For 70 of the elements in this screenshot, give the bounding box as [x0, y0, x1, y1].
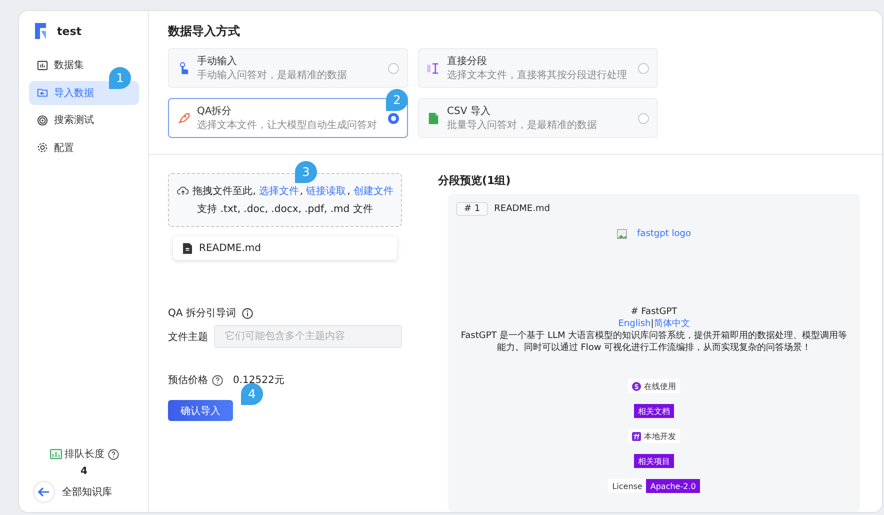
logo-icon [33, 21, 49, 41]
queue-count: 4 [80, 466, 88, 477]
readme-description: FastGPT 是一个基于 LLM 大语言模型的知识库问答系统，提供开箱即用的数据处理、模型调用等能力。同时可以通过 Flow 可视化进行工作流编排，从而实现复杂的问答场景！ [460, 330, 848, 354]
file-item[interactable]: README.md [173, 236, 397, 260]
radio-button[interactable] [638, 112, 649, 124]
chart-icon [37, 60, 48, 70]
option-title: 直接分段 [447, 54, 488, 68]
chunk-source: README.md [494, 204, 550, 214]
badge-logo-icon [632, 432, 641, 440]
language-link[interactable]: English [618, 319, 651, 329]
help-icon[interactable] [212, 374, 223, 386]
cloud-upload-icon [176, 186, 189, 196]
upload-instructions: 拖拽文件至此, 选择文件, 链接读取, 创建文件 [192, 184, 394, 198]
option-description: 选择文本文件，让大模型自动生成问答对 [197, 118, 378, 132]
prompt-label: QA 拆分引导词 [168, 306, 236, 320]
readme-heading: # FastGPT [630, 306, 678, 318]
step-callout: 3 [295, 161, 317, 183]
upload-link[interactable]: 链接读取 [306, 186, 346, 197]
broken-image-icon [617, 229, 628, 239]
step-callout: 4 [241, 383, 263, 405]
file-icon [183, 242, 192, 254]
gear-icon [37, 142, 48, 153]
topic-input-field[interactable]: 它们可能包含多个主题内容 [214, 325, 402, 348]
step-callout: 1 [109, 67, 131, 89]
upload-hint: 支持 .txt, .doc, .docx, .pdf, .md 文件 [197, 202, 373, 216]
upload-link[interactable]: 选择文件 [258, 186, 299, 197]
shield-badge[interactable]: 相关文档 [634, 404, 674, 418]
file-icon [427, 112, 440, 124]
option-description: 选择文本文件，直接将其按分段进行处理 [447, 68, 628, 82]
chart-icon [50, 449, 62, 459]
text-cursor-icon [427, 62, 440, 74]
field-label: 文件主题 [168, 330, 208, 344]
option-description: 手动输入问答对，是最精准的数据 [197, 68, 348, 82]
import-option[interactable]: 直接分段 选择文本文件，直接将其按分段进行处理 [418, 48, 658, 88]
option-title: CSV 导入 [447, 104, 492, 118]
confirm-import-button[interactable]: 确认导入 [168, 400, 233, 421]
license-badge-label: License [608, 479, 646, 493]
folder-icon [37, 87, 48, 98]
app-name: test [57, 24, 82, 38]
sidebar-item[interactable]: 导入数据 [29, 80, 139, 104]
option-title: QA拆分 [197, 104, 233, 118]
license-badge-value[interactable]: Apache-2.0 [646, 479, 700, 493]
shield-badge[interactable]: 在线使用 [628, 379, 680, 393]
badge-logo-icon [632, 382, 641, 390]
info-icon[interactable] [242, 308, 253, 318]
shield-badge[interactable]: 本地开发 [628, 429, 680, 443]
import-option[interactable]: 手动输入 手动输入问答对，是最精准的数据 [168, 48, 408, 88]
shield-badge[interactable]: 相关项目 [634, 454, 674, 468]
hand-icon [177, 62, 190, 74]
sidebar-item[interactable]: 配置 [29, 136, 139, 160]
queue-label: 排队长度 [64, 448, 104, 461]
price-label: 预估价格 [168, 374, 208, 387]
option-title: 手动输入 [197, 54, 238, 68]
radio-button[interactable] [638, 62, 649, 74]
language-link[interactable]: 简体中文 [654, 319, 690, 329]
radio-button[interactable] [388, 62, 399, 74]
step-callout: 2 [386, 89, 408, 111]
help-icon[interactable] [108, 448, 118, 460]
import-option[interactable]: CSV 导入 批量导入问答对，是最精准的数据 [418, 98, 658, 138]
target-icon [37, 114, 48, 126]
radio-button[interactable] [388, 112, 399, 124]
chunk-index: # 1 [456, 202, 488, 216]
upload-link[interactable]: 创建文件 [353, 186, 394, 197]
option-description: 批量导入问答对，是最精准的数据 [447, 118, 598, 132]
back-link[interactable]: 全部知识库 [62, 485, 112, 499]
section-title: 数据导入方式 [168, 23, 241, 40]
preview-title: 分段预览(1组) [438, 173, 512, 188]
link-separator: | [650, 319, 654, 329]
sidebar-item[interactable]: 搜索测试 [29, 108, 139, 132]
image-alt-link[interactable]: fastgpt logo [637, 229, 691, 239]
